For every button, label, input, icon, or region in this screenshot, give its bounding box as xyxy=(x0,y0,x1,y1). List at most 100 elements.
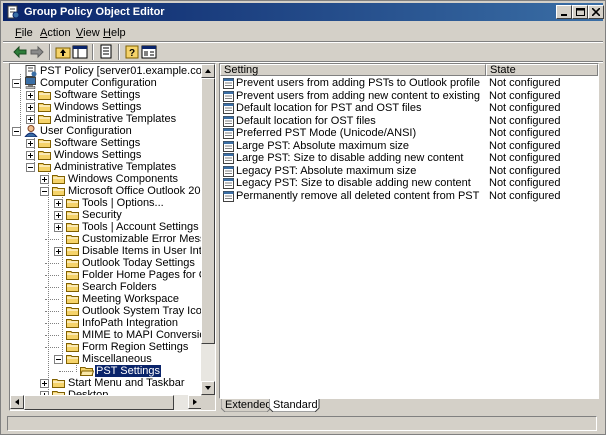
table-row[interactable]: Large PST: Absolute maximum size Not conf… xyxy=(220,140,598,152)
tree-item-label: Start Menu and Taskbar xyxy=(68,377,185,389)
setting-state: Not configured xyxy=(489,114,561,127)
folder-icon xyxy=(66,221,80,233)
minimize-button[interactable] xyxy=(556,5,572,19)
setting-state: Not configured xyxy=(489,89,561,102)
tree-line xyxy=(45,287,59,288)
tree-horizontal-scrollbar[interactable] xyxy=(10,395,202,410)
folder-icon xyxy=(66,245,80,257)
properties-button[interactable] xyxy=(141,44,157,60)
tree-item-label: Windows Components xyxy=(68,173,179,185)
help-button[interactable]: ? xyxy=(124,44,140,60)
column-header-state[interactable]: State xyxy=(486,64,598,76)
export-list-button[interactable] xyxy=(98,44,114,60)
expand-icon[interactable] xyxy=(54,247,63,256)
setting-name: Large PST: Size to disable adding new co… xyxy=(236,152,464,164)
tree-line xyxy=(45,311,59,312)
scroll-right-button[interactable] xyxy=(188,395,202,409)
arrow-right-icon xyxy=(193,399,197,405)
folder-icon xyxy=(52,173,66,185)
setting-state: Not configured xyxy=(489,139,561,152)
table-row[interactable]: Permanently remove all deleted content f… xyxy=(220,190,598,202)
tree-item-label: Outlook System Tray Icon xyxy=(82,305,202,317)
tree-vertical-scrollbar[interactable] xyxy=(201,64,215,395)
tree-line xyxy=(45,335,59,336)
expand-icon[interactable] xyxy=(26,115,35,124)
tree-view[interactable]: PST Policy [server01.example.com] Policy… xyxy=(10,64,202,395)
scroll-down-button[interactable] xyxy=(201,381,215,395)
expand-icon[interactable] xyxy=(54,199,63,208)
menu-help[interactable]: Help xyxy=(103,26,126,40)
close-button[interactable] xyxy=(588,5,604,19)
policy-setting-icon xyxy=(223,90,234,102)
forward-arrow-icon xyxy=(30,45,44,59)
settings-list-pane[interactable]: Setting State Prevent users from adding … xyxy=(219,63,599,399)
list-header: Setting State xyxy=(220,64,598,76)
tree-pane[interactable]: PST Policy [server01.example.com] Policy… xyxy=(9,63,216,411)
arrow-left-icon xyxy=(15,399,19,405)
setting-state: Not configured xyxy=(489,164,561,177)
menu-action[interactable]: Action xyxy=(40,26,71,40)
table-row[interactable]: Legacy PST: Absolute maximum size Not con… xyxy=(220,165,598,177)
folder-icon xyxy=(66,197,80,209)
forward-button[interactable] xyxy=(29,44,45,60)
policy-setting-icon xyxy=(223,165,234,177)
tree-item-label: Meeting Workspace xyxy=(82,293,180,305)
expand-icon[interactable] xyxy=(54,223,63,232)
setting-name: Prevent users from adding new content to… xyxy=(236,89,480,102)
tab-standard[interactable]: Standard xyxy=(269,399,320,412)
table-row[interactable]: Legacy PST: Size to disable adding new c… xyxy=(220,177,598,189)
collapse-icon[interactable] xyxy=(40,187,49,196)
menu-file[interactable]: File xyxy=(15,26,33,40)
scrollbar-corner xyxy=(201,395,215,410)
setting-name: Prevent users from adding PSTs to Outloo… xyxy=(236,77,480,89)
folder-icon xyxy=(66,257,80,269)
title-bar[interactable]: Group Policy Object Editor xyxy=(3,3,604,21)
table-row[interactable]: Prevent users from adding new content to… xyxy=(220,90,598,102)
tree-item-label: Software Settings xyxy=(54,137,141,149)
expand-icon[interactable] xyxy=(26,103,35,112)
table-row[interactable]: Large PST: Size to disable adding new co… xyxy=(220,152,598,164)
column-header-setting[interactable]: Setting xyxy=(220,64,486,76)
tree-item-label: Security xyxy=(82,209,122,221)
back-button[interactable] xyxy=(12,44,28,60)
tab-extended[interactable]: Extended xyxy=(221,399,272,412)
toolbar-separator xyxy=(92,44,94,60)
expand-icon[interactable] xyxy=(26,151,35,160)
folder-icon xyxy=(66,329,80,341)
restore-button[interactable] xyxy=(572,5,588,19)
policy-setting-icon xyxy=(223,103,234,114)
table-row[interactable]: Preferred PST Mode (Unicode/ANSI) Not con… xyxy=(220,127,598,139)
expand-icon[interactable] xyxy=(26,139,35,148)
collapse-icon[interactable] xyxy=(26,163,35,172)
tree-item-label: Tools | Account Settings xyxy=(82,221,199,233)
table-row[interactable]: Prevent users from adding PSTs to Outloo… xyxy=(220,77,598,89)
expand-icon[interactable] xyxy=(40,379,49,388)
menu-view[interactable]: View xyxy=(76,26,100,40)
restore-icon xyxy=(576,8,585,16)
table-row[interactable]: Default location for PST and OST files No… xyxy=(220,102,598,114)
tree-item-label: User Configuration xyxy=(40,125,132,137)
show-tree-button[interactable] xyxy=(72,44,88,60)
setting-name: Preferred PST Mode (Unicode/ANSI) xyxy=(236,127,417,139)
policy-setting-icon xyxy=(223,178,234,189)
policy-setting-icon xyxy=(223,153,234,164)
tree-line xyxy=(45,275,59,276)
expand-icon[interactable] xyxy=(54,211,63,220)
table-row[interactable]: Default location for OST files Not config… xyxy=(220,115,598,127)
folder-icon xyxy=(38,89,52,101)
scroll-left-button[interactable] xyxy=(10,395,24,409)
tree-line xyxy=(59,371,73,372)
scroll-up-button[interactable] xyxy=(201,64,215,78)
export-list-icon xyxy=(100,44,112,59)
expand-icon[interactable] xyxy=(26,91,35,100)
expand-icon[interactable] xyxy=(40,175,49,184)
tree-line xyxy=(45,347,59,348)
collapse-icon[interactable] xyxy=(12,79,21,88)
tree-item-label: Tools | Options... xyxy=(82,197,164,209)
collapse-icon[interactable] xyxy=(12,127,21,136)
up-button[interactable] xyxy=(55,44,71,60)
policy-setting-icon xyxy=(223,128,234,139)
collapse-icon[interactable] xyxy=(54,355,63,364)
scroll-thumb[interactable] xyxy=(24,395,174,410)
scroll-thumb[interactable] xyxy=(201,78,215,344)
